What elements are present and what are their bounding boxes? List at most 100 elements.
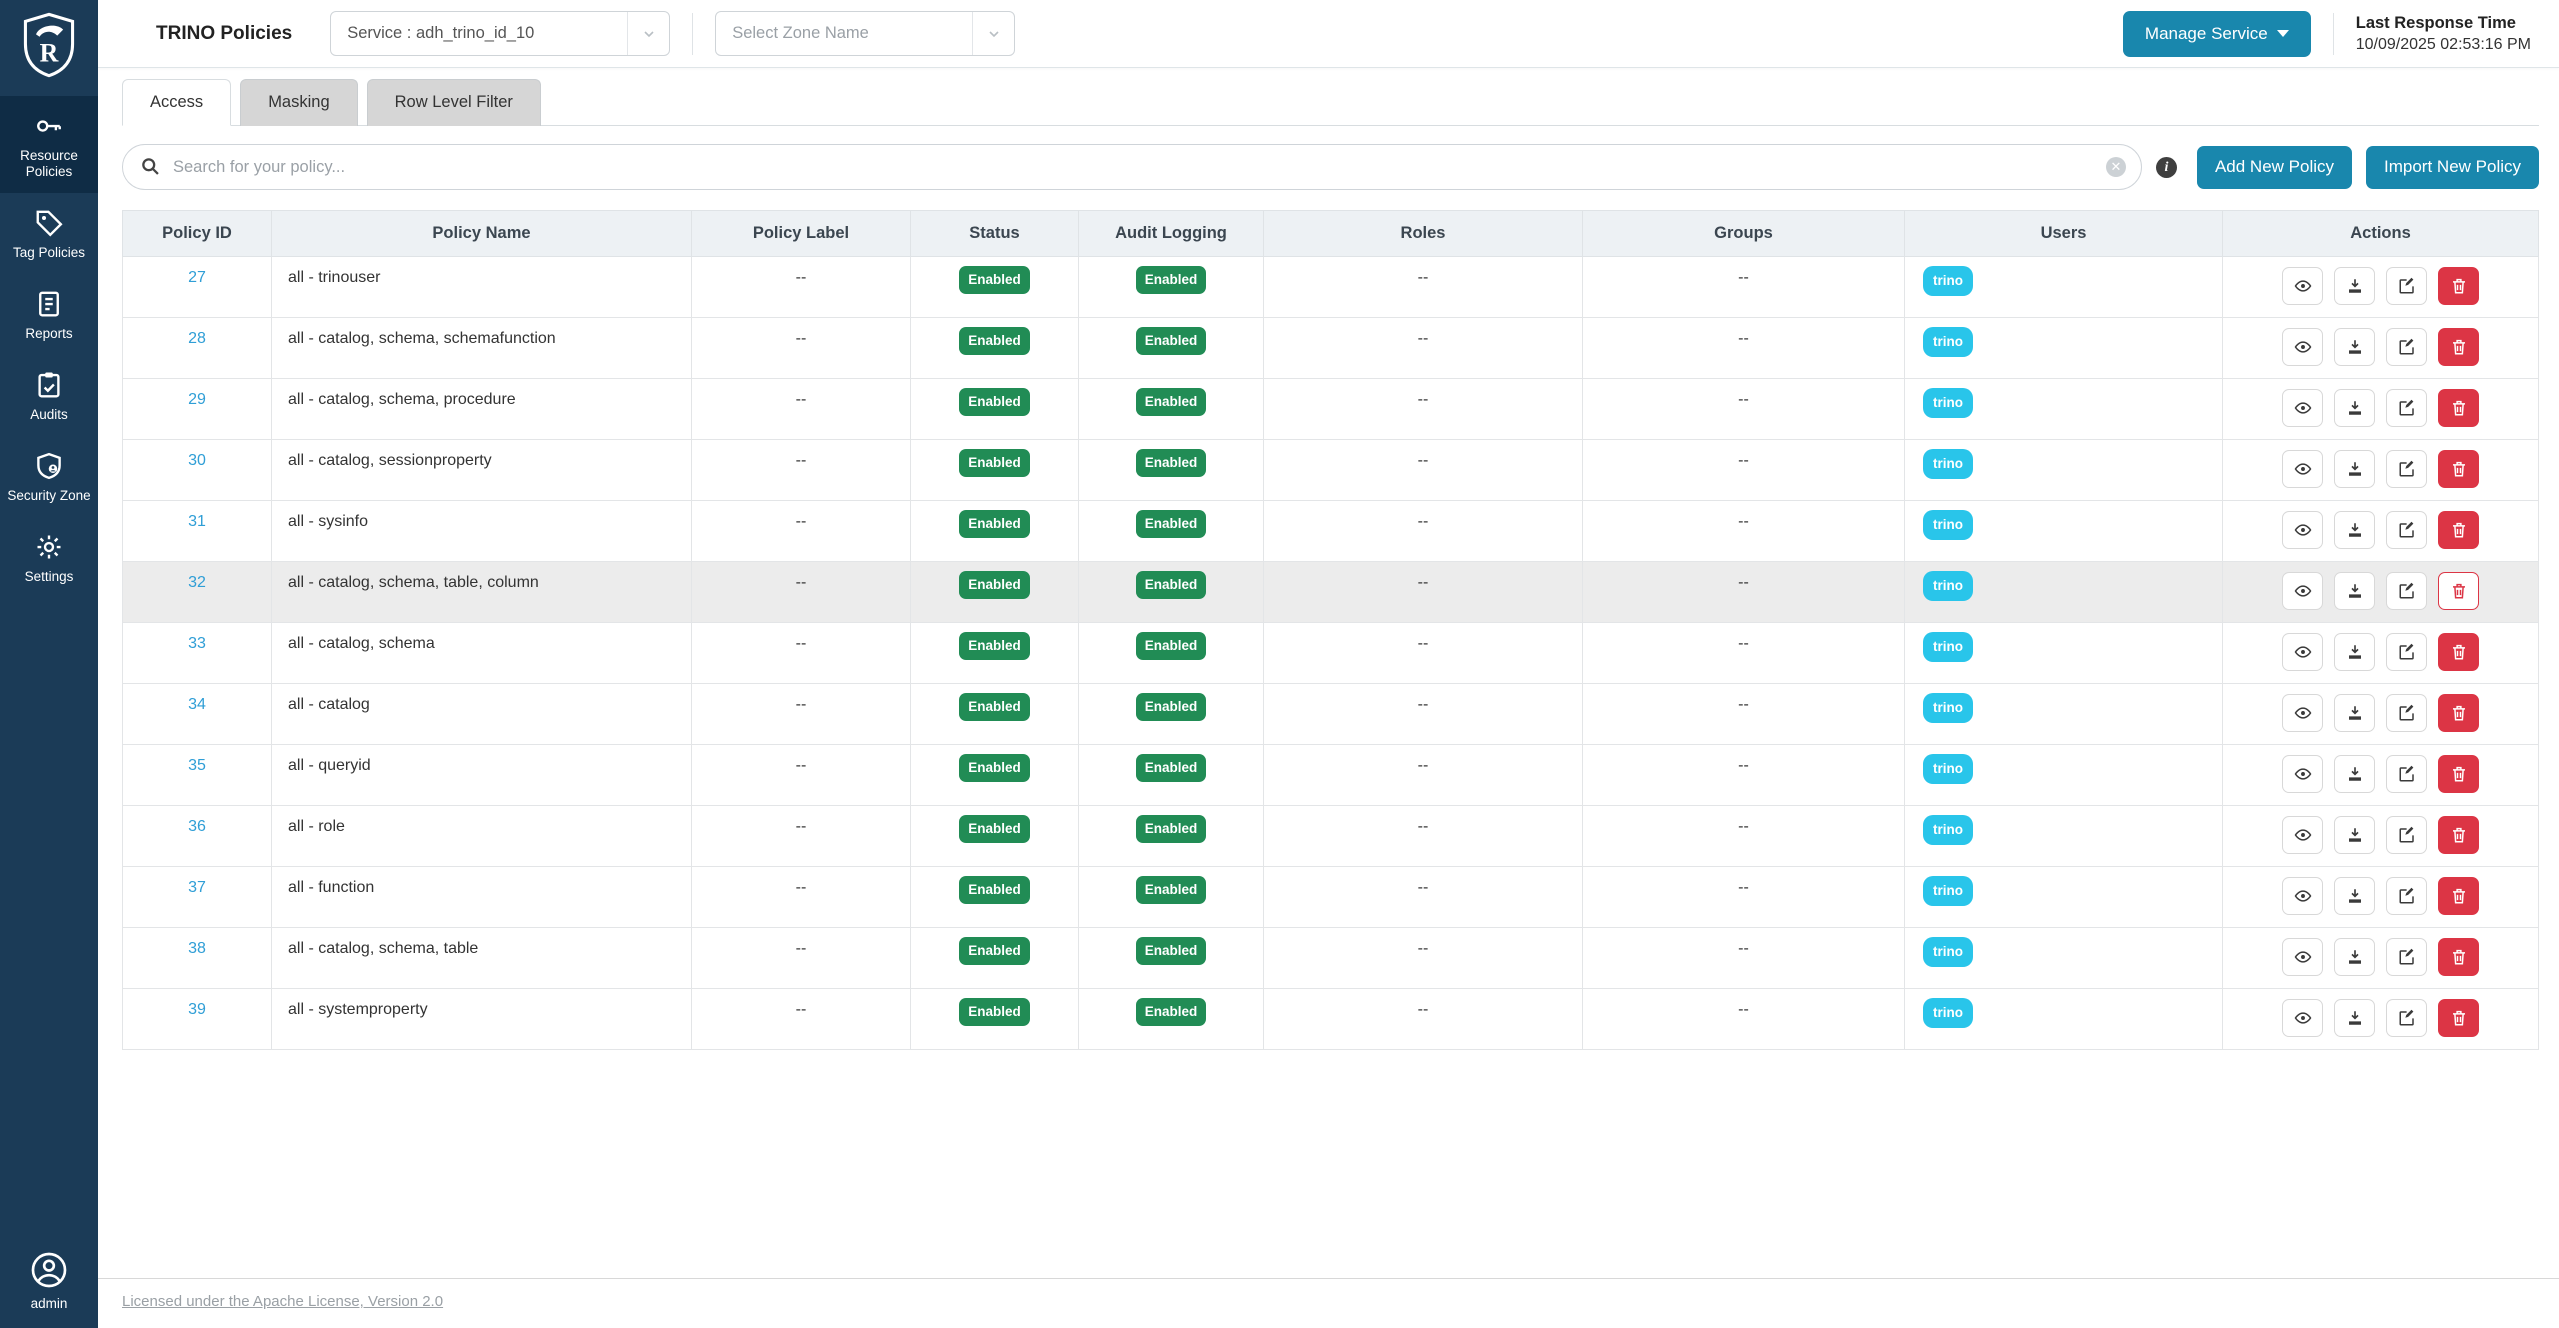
sidebar-item-settings[interactable]: Settings bbox=[0, 517, 98, 598]
roles-cell: -- bbox=[1264, 501, 1583, 562]
view-policy-button[interactable] bbox=[2282, 389, 2323, 427]
edit-policy-button[interactable] bbox=[2386, 511, 2427, 549]
policy-id-link[interactable]: 31 bbox=[188, 513, 206, 530]
delete-policy-button[interactable] bbox=[2438, 328, 2479, 366]
table-row: 36 all - role -- Enabled Enabled -- -- t… bbox=[123, 806, 2539, 867]
view-policy-button[interactable] bbox=[2282, 328, 2323, 366]
policy-id-link[interactable]: 37 bbox=[188, 879, 206, 896]
search-box: ✕ bbox=[122, 144, 2142, 190]
policy-id-link[interactable]: 38 bbox=[188, 940, 206, 957]
status-cell: Enabled bbox=[911, 867, 1079, 928]
status-badge: Enabled bbox=[959, 449, 1030, 477]
ranger-logo[interactable]: R bbox=[0, 0, 98, 96]
export-policy-button[interactable] bbox=[2334, 877, 2375, 915]
delete-policy-button[interactable] bbox=[2438, 999, 2479, 1037]
search-input[interactable] bbox=[122, 144, 2142, 190]
delete-policy-button[interactable] bbox=[2438, 816, 2479, 854]
export-policy-button[interactable] bbox=[2334, 450, 2375, 488]
tab-masking[interactable]: Masking bbox=[240, 79, 357, 126]
service-select[interactable]: Service : adh_trino_id_10 bbox=[330, 11, 670, 56]
export-policy-button[interactable] bbox=[2334, 633, 2375, 671]
clear-search-icon[interactable]: ✕ bbox=[2106, 157, 2126, 177]
policy-id-link[interactable]: 35 bbox=[188, 757, 206, 774]
sidebar-item-audits[interactable]: Audits bbox=[0, 355, 98, 436]
edit-policy-button[interactable] bbox=[2386, 938, 2427, 976]
view-policy-button[interactable] bbox=[2282, 511, 2323, 549]
audit-logging-cell: Enabled bbox=[1079, 379, 1264, 440]
column-header-policy-id: Policy ID bbox=[123, 211, 272, 257]
policy-id-link[interactable]: 30 bbox=[188, 452, 206, 469]
key-icon bbox=[34, 111, 64, 141]
edit-policy-button[interactable] bbox=[2386, 999, 2427, 1037]
edit-policy-button[interactable] bbox=[2386, 267, 2427, 305]
add-new-policy-button[interactable]: Add New Policy bbox=[2197, 146, 2352, 189]
view-policy-button[interactable] bbox=[2282, 694, 2323, 732]
user-badge: trino bbox=[1923, 266, 1973, 296]
delete-policy-button[interactable] bbox=[2438, 267, 2479, 305]
tab-row-level-filter[interactable]: Row Level Filter bbox=[367, 79, 541, 126]
apache-license-link[interactable]: Licensed under the Apache License, Versi… bbox=[122, 1293, 443, 1310]
edit-policy-button[interactable] bbox=[2386, 572, 2427, 610]
policy-id-link[interactable]: 34 bbox=[188, 696, 206, 713]
export-policy-button[interactable] bbox=[2334, 755, 2375, 793]
view-policy-button[interactable] bbox=[2282, 755, 2323, 793]
edit-policy-button[interactable] bbox=[2386, 389, 2427, 427]
export-policy-button[interactable] bbox=[2334, 511, 2375, 549]
delete-policy-button[interactable] bbox=[2438, 389, 2479, 427]
groups-cell: -- bbox=[1583, 379, 1905, 440]
delete-policy-button[interactable] bbox=[2438, 633, 2479, 671]
edit-policy-button[interactable] bbox=[2386, 450, 2427, 488]
policy-id-link[interactable]: 39 bbox=[188, 1001, 206, 1018]
export-policy-button[interactable] bbox=[2334, 389, 2375, 427]
view-policy-button[interactable] bbox=[2282, 938, 2323, 976]
delete-policy-button[interactable] bbox=[2438, 755, 2479, 793]
import-new-policy-button[interactable]: Import New Policy bbox=[2366, 146, 2539, 189]
export-policy-button[interactable] bbox=[2334, 328, 2375, 366]
user-menu[interactable]: admin bbox=[0, 1250, 98, 1328]
edit-policy-button[interactable] bbox=[2386, 694, 2427, 732]
export-policy-button[interactable] bbox=[2334, 938, 2375, 976]
edit-policy-button[interactable] bbox=[2386, 877, 2427, 915]
edit-policy-button[interactable] bbox=[2386, 816, 2427, 854]
delete-policy-button[interactable] bbox=[2438, 511, 2479, 549]
delete-policy-button[interactable] bbox=[2438, 572, 2479, 610]
view-policy-button[interactable] bbox=[2282, 633, 2323, 671]
export-policy-button[interactable] bbox=[2334, 694, 2375, 732]
sidebar-item-reports[interactable]: Reports bbox=[0, 274, 98, 355]
view-policy-button[interactable] bbox=[2282, 816, 2323, 854]
policy-id-link[interactable]: 32 bbox=[188, 574, 206, 591]
policy-id-link[interactable]: 33 bbox=[188, 635, 206, 652]
user-badge: trino bbox=[1923, 693, 1973, 723]
export-policy-button[interactable] bbox=[2334, 572, 2375, 610]
edit-policy-button[interactable] bbox=[2386, 633, 2427, 671]
policy-id-link[interactable]: 28 bbox=[188, 330, 206, 347]
info-icon[interactable]: i bbox=[2156, 157, 2177, 178]
delete-policy-button[interactable] bbox=[2438, 450, 2479, 488]
export-policy-button[interactable] bbox=[2334, 999, 2375, 1037]
sidebar-item-tag-policies[interactable]: Tag Policies bbox=[0, 193, 98, 274]
tab-access[interactable]: Access bbox=[122, 79, 231, 126]
view-policy-button[interactable] bbox=[2282, 267, 2323, 305]
policy-id-link[interactable]: 36 bbox=[188, 818, 206, 835]
user-badge: trino bbox=[1923, 449, 1973, 479]
sidebar-item-resource-policies[interactable]: Resource Policies bbox=[0, 96, 98, 193]
manage-service-button[interactable]: Manage Service bbox=[2123, 11, 2311, 57]
export-policy-button[interactable] bbox=[2334, 816, 2375, 854]
policy-id-link[interactable]: 29 bbox=[188, 391, 206, 408]
view-policy-button[interactable] bbox=[2282, 877, 2323, 915]
sidebar-item-security-zone[interactable]: Security Zone bbox=[0, 436, 98, 517]
export-policy-button[interactable] bbox=[2334, 267, 2375, 305]
policy-id-link[interactable]: 27 bbox=[188, 269, 206, 286]
edit-policy-button[interactable] bbox=[2386, 755, 2427, 793]
delete-policy-button[interactable] bbox=[2438, 694, 2479, 732]
zone-select[interactable]: Select Zone Name bbox=[715, 11, 1015, 56]
user-badge: trino bbox=[1923, 754, 1973, 784]
view-policy-button[interactable] bbox=[2282, 572, 2323, 610]
groups-cell: -- bbox=[1583, 562, 1905, 623]
delete-policy-button[interactable] bbox=[2438, 938, 2479, 976]
view-policy-button[interactable] bbox=[2282, 450, 2323, 488]
view-policy-button[interactable] bbox=[2282, 999, 2323, 1037]
edit-policy-button[interactable] bbox=[2386, 328, 2427, 366]
delete-policy-button[interactable] bbox=[2438, 877, 2479, 915]
table-row: 28 all - catalog, schema, schemafunction… bbox=[123, 318, 2539, 379]
